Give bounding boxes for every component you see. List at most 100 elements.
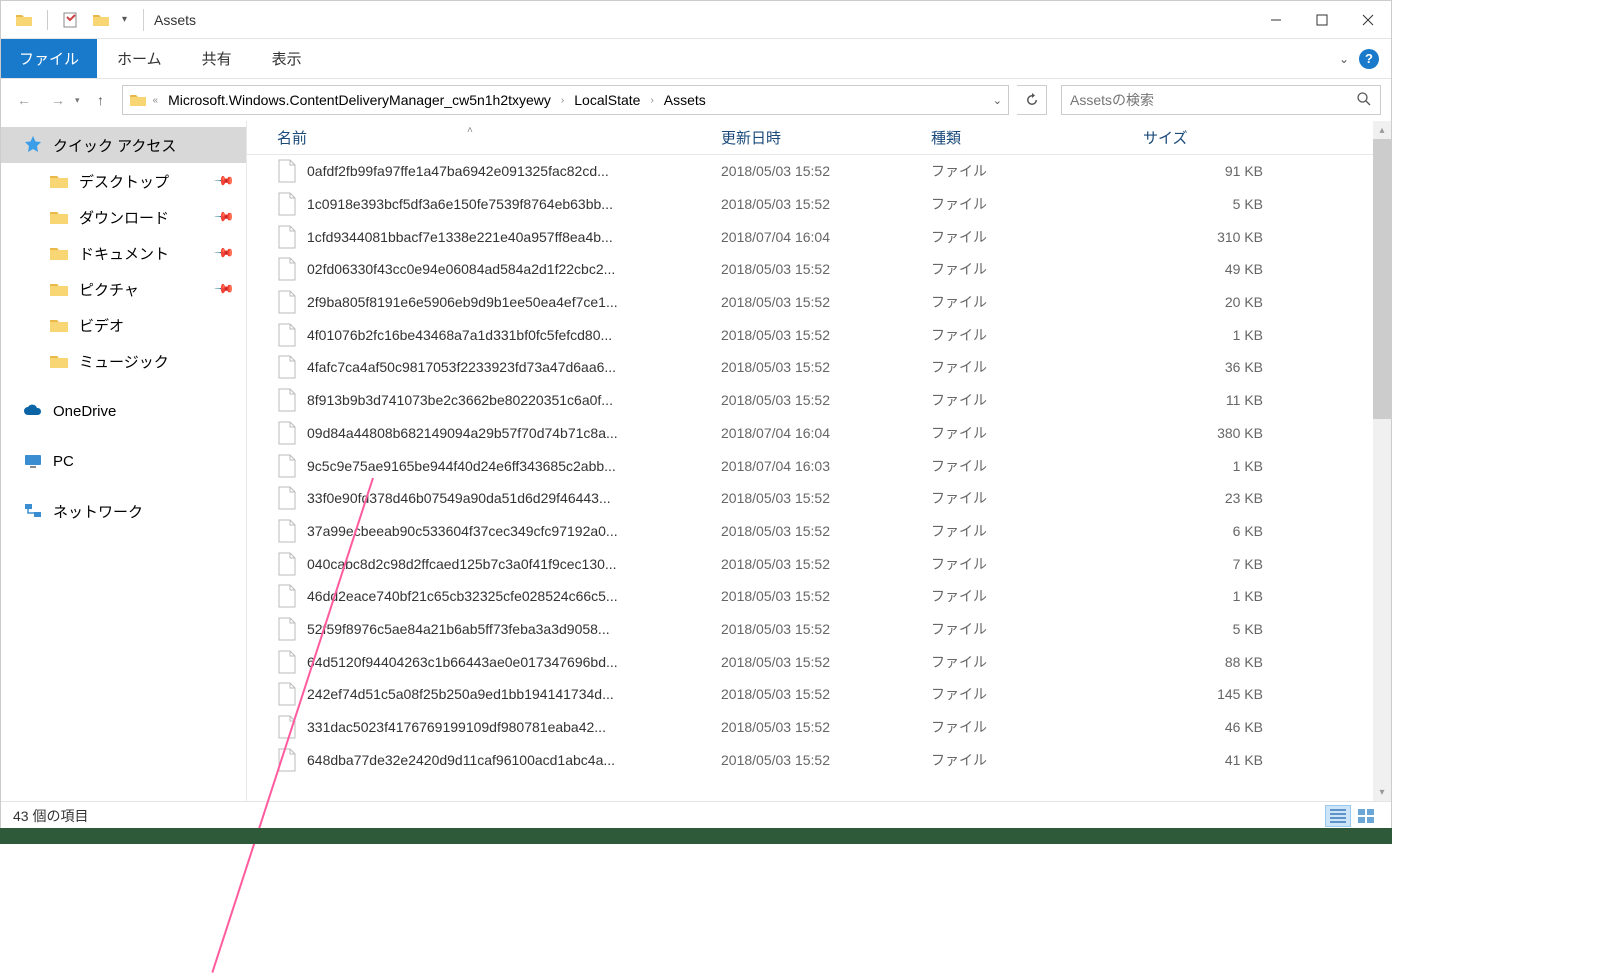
pin-icon: 📌 xyxy=(213,170,236,193)
file-icon xyxy=(277,650,297,674)
view-thumbnails-button[interactable] xyxy=(1353,805,1379,827)
qat-dropdown-icon[interactable]: ▾ xyxy=(122,14,127,25)
file-name: 242ef74d51c5a08f25b250a9ed1bb194141734d.… xyxy=(307,686,721,702)
sidebar-item-network[interactable]: ネットワーク xyxy=(1,493,246,529)
network-icon xyxy=(23,501,43,521)
search-icon[interactable] xyxy=(1356,91,1372,110)
column-header-size[interactable]: サイズ xyxy=(1127,127,1257,148)
tab-view[interactable]: 表示 xyxy=(252,39,322,78)
column-header-name[interactable]: 名前 ˄ xyxy=(247,127,705,148)
back-button[interactable]: ← xyxy=(11,87,37,113)
file-name: 37a99ecbeeab90c533604f37cec349cfc97192a0… xyxy=(307,523,721,539)
file-row[interactable]: 242ef74d51c5a08f25b250a9ed1bb194141734d.… xyxy=(247,678,1391,711)
file-icon xyxy=(277,290,297,314)
sidebar-item-onedrive[interactable]: OneDrive xyxy=(1,393,246,429)
up-button[interactable]: ↑ xyxy=(88,87,114,113)
vertical-scrollbar[interactable]: ▴ ▾ xyxy=(1373,121,1391,801)
column-header-type[interactable]: 種類 xyxy=(915,127,1127,148)
file-row[interactable]: 0afdf2fb99fa97ffe1a47ba6942e091325fac82c… xyxy=(247,155,1391,188)
breadcrumb-item[interactable]: Assets xyxy=(660,92,710,108)
star-icon xyxy=(23,135,43,155)
file-row[interactable]: 09d84a44808b682149094a29b57f70d74b71c8a.… xyxy=(247,417,1391,450)
titlebar: ▾ Assets xyxy=(1,1,1391,39)
chevron-right-icon[interactable]: › xyxy=(648,95,655,106)
tab-home[interactable]: ホーム xyxy=(97,39,182,78)
file-date: 2018/05/03 15:52 xyxy=(721,556,931,572)
file-size: 6 KB xyxy=(1143,523,1263,539)
file-row[interactable]: 52f59f8976c5ae84a21b6ab5ff73feba3a3d9058… xyxy=(247,613,1391,646)
file-row[interactable]: 46dd2eace740bf21c65cb32325cfe028524c66c5… xyxy=(247,580,1391,613)
refresh-button[interactable] xyxy=(1017,85,1047,115)
file-size: 41 KB xyxy=(1143,752,1263,768)
forward-button[interactable]: → xyxy=(45,87,71,113)
chevron-right-icon[interactable]: › xyxy=(559,95,566,106)
file-icon xyxy=(277,519,297,543)
scrollbar-thumb[interactable] xyxy=(1373,139,1391,419)
file-name: 331dac5023f4176769199109df980781eaba42..… xyxy=(307,719,721,735)
file-row[interactable]: 64d5120f94404263c1b66443ae0e017347696bd.… xyxy=(247,645,1391,678)
address-bar[interactable]: « Microsoft.Windows.ContentDeliveryManag… xyxy=(122,85,1009,115)
folder-icon[interactable] xyxy=(92,11,110,29)
column-header-date[interactable]: 更新日時 xyxy=(705,127,915,148)
file-row[interactable]: 1c0918e393bcf5df3a6e150fe7539f8764eb63bb… xyxy=(247,188,1391,221)
file-row[interactable]: 4fafc7ca4af50c9817053f2233923fd73a47d6aa… xyxy=(247,351,1391,384)
sidebar-item-music[interactable]: ミュージック xyxy=(1,343,246,379)
breadcrumb-item[interactable]: LocalState xyxy=(570,92,644,108)
file-size: 1 KB xyxy=(1143,458,1263,474)
file-type: ファイル xyxy=(931,194,1143,214)
file-row[interactable]: 02fd06330f43cc0e94e06084ad584a2d1f22cbc2… xyxy=(247,253,1391,286)
sidebar-item-downloads[interactable]: ダウンロード 📌 xyxy=(1,199,246,235)
sidebar-item-label: デスクトップ xyxy=(79,171,169,192)
minimize-button[interactable] xyxy=(1253,2,1299,38)
help-icon[interactable]: ? xyxy=(1359,49,1379,69)
file-list-pane: 名前 ˄ 更新日時 種類 サイズ 0afdf2fb99fa97ffe1a47ba… xyxy=(247,121,1391,801)
file-row[interactable]: 33f0e90fd378d46b07549a90da51d6d29f46443.… xyxy=(247,482,1391,515)
column-headers: 名前 ˄ 更新日時 種類 サイズ xyxy=(247,121,1391,155)
file-row[interactable]: 8f913b9b3d741073be2c3662be80220351c6a0f.… xyxy=(247,384,1391,417)
scroll-up-icon[interactable]: ▴ xyxy=(1373,121,1391,139)
address-dropdown-icon[interactable]: ⌄ xyxy=(993,94,1002,107)
file-row[interactable]: 040cabc8d2c98d2ffcaed125b7c3a0f41f9cec13… xyxy=(247,547,1391,580)
file-name: 2f9ba805f8191e6e5906eb9d9b1ee50ea4ef7ce1… xyxy=(307,294,721,310)
scroll-down-icon[interactable]: ▾ xyxy=(1373,783,1391,801)
sidebar-item-videos[interactable]: ビデオ xyxy=(1,307,246,343)
file-row[interactable]: 331dac5023f4176769199109df980781eaba42..… xyxy=(247,711,1391,744)
tab-share[interactable]: 共有 xyxy=(182,39,252,78)
sidebar-item-desktop[interactable]: デスクトップ 📌 xyxy=(1,163,246,199)
file-type: ファイル xyxy=(931,750,1143,770)
sidebar-item-pictures[interactable]: ピクチャ 📌 xyxy=(1,271,246,307)
sidebar-item-quick-access[interactable]: クイック アクセス xyxy=(1,127,246,163)
ribbon-tabs: ファイル ホーム 共有 表示 ⌄ ? xyxy=(1,39,1391,79)
sidebar-item-documents[interactable]: ドキュメント 📌 xyxy=(1,235,246,271)
properties-icon[interactable] xyxy=(62,11,80,29)
breadcrumb-leading[interactable]: « xyxy=(151,95,161,106)
search-input[interactable] xyxy=(1070,92,1356,108)
file-row[interactable]: 648dba77de32e2420d9d11caf96100acd1abc4a.… xyxy=(247,743,1391,776)
view-details-button[interactable] xyxy=(1325,805,1351,827)
file-icon xyxy=(277,584,297,608)
tab-file[interactable]: ファイル xyxy=(1,39,97,78)
history-dropdown-icon[interactable]: ▾ xyxy=(75,95,80,106)
file-date: 2018/05/03 15:52 xyxy=(721,261,931,277)
breadcrumb-item[interactable]: Microsoft.Windows.ContentDeliveryManager… xyxy=(164,92,555,108)
close-button[interactable] xyxy=(1345,2,1391,38)
file-row[interactable]: 2f9ba805f8191e6e5906eb9d9b1ee50ea4ef7ce1… xyxy=(247,286,1391,319)
file-row[interactable]: 4f01076b2fc16be43468a7a1d331bf0fc5fefcd8… xyxy=(247,318,1391,351)
file-size: 1 KB xyxy=(1143,327,1263,343)
file-size: 5 KB xyxy=(1143,196,1263,212)
file-row[interactable]: 37a99ecbeeab90c533604f37cec349cfc97192a0… xyxy=(247,515,1391,548)
file-row[interactable]: 1cfd9344081bbacf7e1338e221e40a957ff8ea4b… xyxy=(247,220,1391,253)
folder-icon xyxy=(49,351,69,371)
file-row[interactable]: 9c5c9e75ae9165be944f40d24e6ff343685c2abb… xyxy=(247,449,1391,482)
ribbon-expand-icon[interactable]: ⌄ xyxy=(1339,52,1349,66)
maximize-button[interactable] xyxy=(1299,2,1345,38)
file-type: ファイル xyxy=(931,161,1143,181)
sidebar-item-pc[interactable]: PC xyxy=(1,443,246,479)
file-name: 8f913b9b3d741073be2c3662be80220351c6a0f.… xyxy=(307,392,721,408)
file-size: 23 KB xyxy=(1143,490,1263,506)
navigation-pane: クイック アクセス デスクトップ 📌 ダウンロード 📌 ドキュメント 📌 ピクチ… xyxy=(1,121,247,801)
sidebar-item-label: ダウンロード xyxy=(79,207,169,228)
column-header-label: 名前 xyxy=(277,130,307,147)
search-box[interactable] xyxy=(1061,85,1381,115)
folder-icon xyxy=(129,91,147,109)
